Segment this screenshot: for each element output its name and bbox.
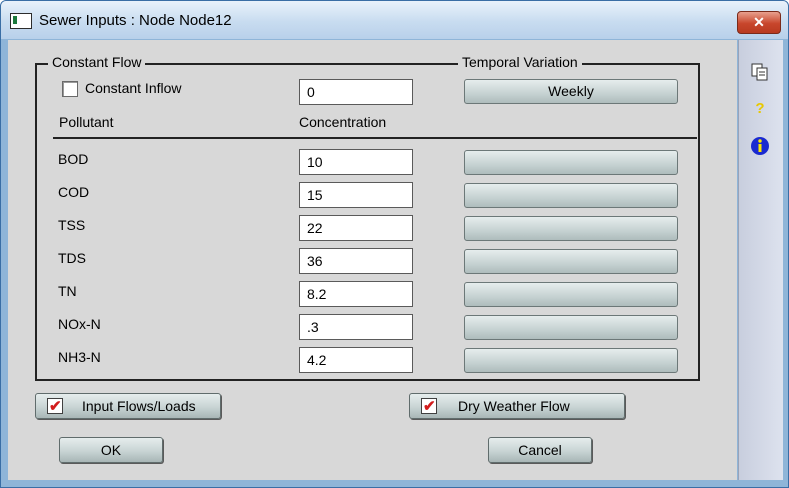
header-divider [53, 137, 697, 139]
constant-flow-legend: Constant Flow [48, 54, 146, 70]
input-flows-loads-button[interactable]: Input Flows/Loads [35, 393, 221, 419]
close-button[interactable]: ✕ [737, 11, 781, 34]
concentration-input[interactable]: 8.2 [299, 281, 413, 307]
pollutant-name: TDS [58, 250, 86, 266]
concentration-input[interactable]: 15 [299, 182, 413, 208]
temporal-pattern-button[interactable] [464, 282, 678, 307]
pollutant-name: BOD [58, 151, 89, 167]
temporal-variation-legend: Temporal Variation [458, 54, 582, 70]
concentration-input[interactable]: 10 [299, 149, 413, 175]
input-flows-label: Input Flows/Loads [82, 398, 196, 414]
concentration-input[interactable]: .3 [299, 314, 413, 340]
constant-inflow-checkbox[interactable] [62, 81, 78, 97]
pollutant-name: TSS [58, 217, 86, 233]
window-title: Sewer Inputs : Node Node12 [39, 12, 232, 29]
concentration-input[interactable]: 36 [299, 248, 413, 274]
weekly-button[interactable]: Weekly [464, 79, 678, 104]
title-bar[interactable]: Sewer Inputs : Node Node12 ✕ [1, 1, 788, 39]
pollutant-name: TN [58, 283, 77, 299]
input-flows-check-icon [47, 395, 63, 419]
dry-weather-flow-button[interactable]: Dry Weather Flow [409, 393, 625, 419]
dry-weather-check-icon [421, 395, 437, 419]
pollutant-name: NH3-N [58, 349, 101, 365]
temporal-pattern-button[interactable] [464, 315, 678, 340]
pollutant-name: COD [58, 184, 90, 200]
temporal-pattern-button[interactable] [464, 150, 678, 175]
cancel-button[interactable]: Cancel [488, 437, 592, 463]
temporal-pattern-button[interactable] [464, 183, 678, 208]
concentration-header: Concentration [299, 114, 387, 130]
ok-button[interactable]: OK [59, 437, 163, 463]
dry-weather-label: Dry Weather Flow [458, 398, 570, 414]
help-icon[interactable]: ? [749, 98, 771, 120]
pollutant-header: Pollutant [59, 114, 114, 130]
concentration-input[interactable]: 4.2 [299, 347, 413, 373]
window-icon [10, 13, 32, 29]
dialog-window: Sewer Inputs : Node Node12 ✕ ? Constant … [0, 0, 789, 488]
temporal-pattern-button[interactable] [464, 249, 678, 274]
right-toolbar: ? [738, 40, 783, 480]
constant-inflow-input[interactable]: 0 [299, 79, 413, 105]
pollutant-name: NOx-N [58, 316, 101, 332]
copy-icon[interactable] [749, 62, 771, 84]
info-icon[interactable] [749, 136, 771, 158]
concentration-input[interactable]: 22 [299, 215, 413, 241]
constant-inflow-label: Constant Inflow [85, 80, 182, 96]
temporal-pattern-button[interactable] [464, 348, 678, 373]
temporal-pattern-button[interactable] [464, 216, 678, 241]
